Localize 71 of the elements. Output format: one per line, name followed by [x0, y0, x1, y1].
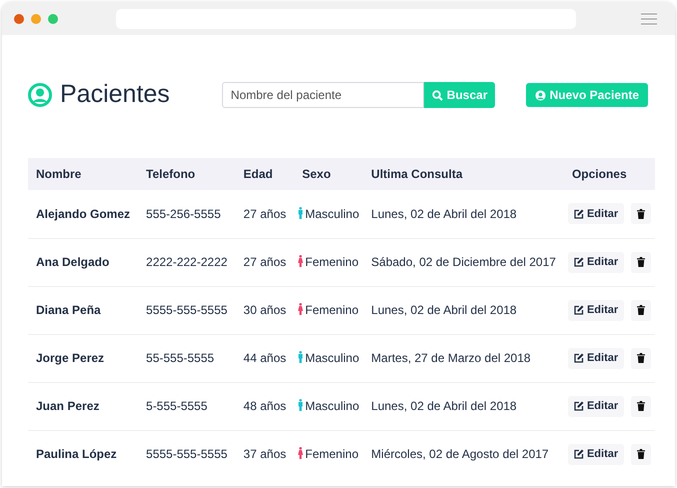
column-header: Telefono: [146, 167, 196, 181]
column-header: Opciones: [572, 167, 627, 181]
user-icon: [534, 90, 546, 100]
edit-icon: [574, 208, 584, 219]
column-header: Edad: [243, 167, 273, 181]
sex-cell: Femenino: [305, 303, 358, 317]
edit-icon: [574, 449, 584, 460]
man-icon: [298, 399, 304, 411]
patient-name: Juan Perez: [36, 399, 100, 413]
age-cell: 37 años: [243, 447, 286, 462]
edit-button[interactable]: Editar: [568, 396, 624, 416]
patient-name: Diana Peña: [36, 303, 101, 317]
man-icon: [298, 351, 304, 363]
age-cell: 48 años: [243, 399, 286, 413]
woman-icon: [298, 303, 304, 315]
column-header: Ultima Consulta: [371, 167, 462, 181]
woman-icon: [298, 447, 304, 460]
page-title: Pacientes: [60, 79, 170, 110]
sex-cell: Femenino: [305, 447, 358, 462]
edit-icon: [574, 401, 584, 411]
sex-cell: Masculino: [305, 206, 360, 221]
date-cell: Sábado, 02 de Diciembre del 2017: [371, 255, 556, 269]
sex-cell: Masculino: [305, 351, 360, 365]
delete-button[interactable]: [631, 300, 652, 320]
phone-cell: 55-555-5555: [146, 351, 214, 365]
search-field[interactable]: Nombre del paciente: [222, 82, 424, 108]
phone-cell: 5555-555-5555: [146, 447, 228, 462]
man-icon: [298, 206, 304, 219]
edit-button[interactable]: Editar: [568, 300, 624, 320]
age-cell: 44 años: [243, 351, 286, 365]
edit-icon: [574, 257, 584, 267]
patient-name: Jorge Perez: [36, 351, 104, 365]
edit-icon: [574, 305, 584, 315]
edit-button[interactable]: Editar: [568, 348, 624, 368]
trash-icon: [637, 305, 646, 315]
phone-cell: 5-555-5555: [146, 399, 208, 413]
trash-icon: [637, 401, 646, 411]
column-header: Sexo: [302, 167, 331, 181]
trash-icon: [637, 257, 646, 267]
phone-cell: 5555-555-5555: [146, 303, 228, 317]
age-cell: 27 años: [243, 255, 286, 269]
delete-button[interactable]: [631, 348, 652, 368]
date-cell: Lunes, 02 de Abril del 2018: [371, 303, 517, 317]
trash-icon: [637, 353, 646, 363]
date-cell: Lunes, 02 de Abril del 2018: [371, 399, 517, 413]
phone-cell: 2222-222-2222: [146, 255, 228, 269]
date-cell: Lunes, 02 de Abril del 2018: [371, 206, 517, 221]
user-icon: [28, 83, 52, 107]
edit-icon: [574, 353, 584, 363]
delete-button[interactable]: [631, 203, 652, 224]
woman-icon: [298, 255, 304, 267]
date-cell: Martes, 27 de Marzo del 2018: [371, 351, 531, 365]
trash-icon: [637, 208, 646, 219]
delete-button[interactable]: [631, 444, 652, 465]
age-cell: 27 años: [243, 206, 286, 221]
sex-cell: Femenino: [305, 255, 358, 269]
column-header: Nombre: [36, 167, 82, 181]
delete-button[interactable]: [631, 252, 652, 272]
age-cell: 30 años: [243, 303, 286, 317]
search-icon: [432, 90, 443, 100]
edit-button[interactable]: Editar: [568, 252, 624, 272]
edit-button[interactable]: Editar: [568, 203, 624, 224]
phone-cell: 555-256-5555: [146, 206, 221, 221]
edit-button[interactable]: Editar: [568, 444, 624, 465]
delete-button[interactable]: [631, 396, 652, 416]
trash-icon: [637, 449, 646, 460]
patient-name: Ana Delgado: [36, 255, 110, 269]
sex-cell: Masculino: [305, 399, 360, 413]
patient-name: Paulina López: [36, 447, 117, 462]
date-cell: Miércoles, 02 de Agosto del 2017: [371, 447, 549, 462]
patient-name: Alejando Gomez: [36, 206, 130, 221]
